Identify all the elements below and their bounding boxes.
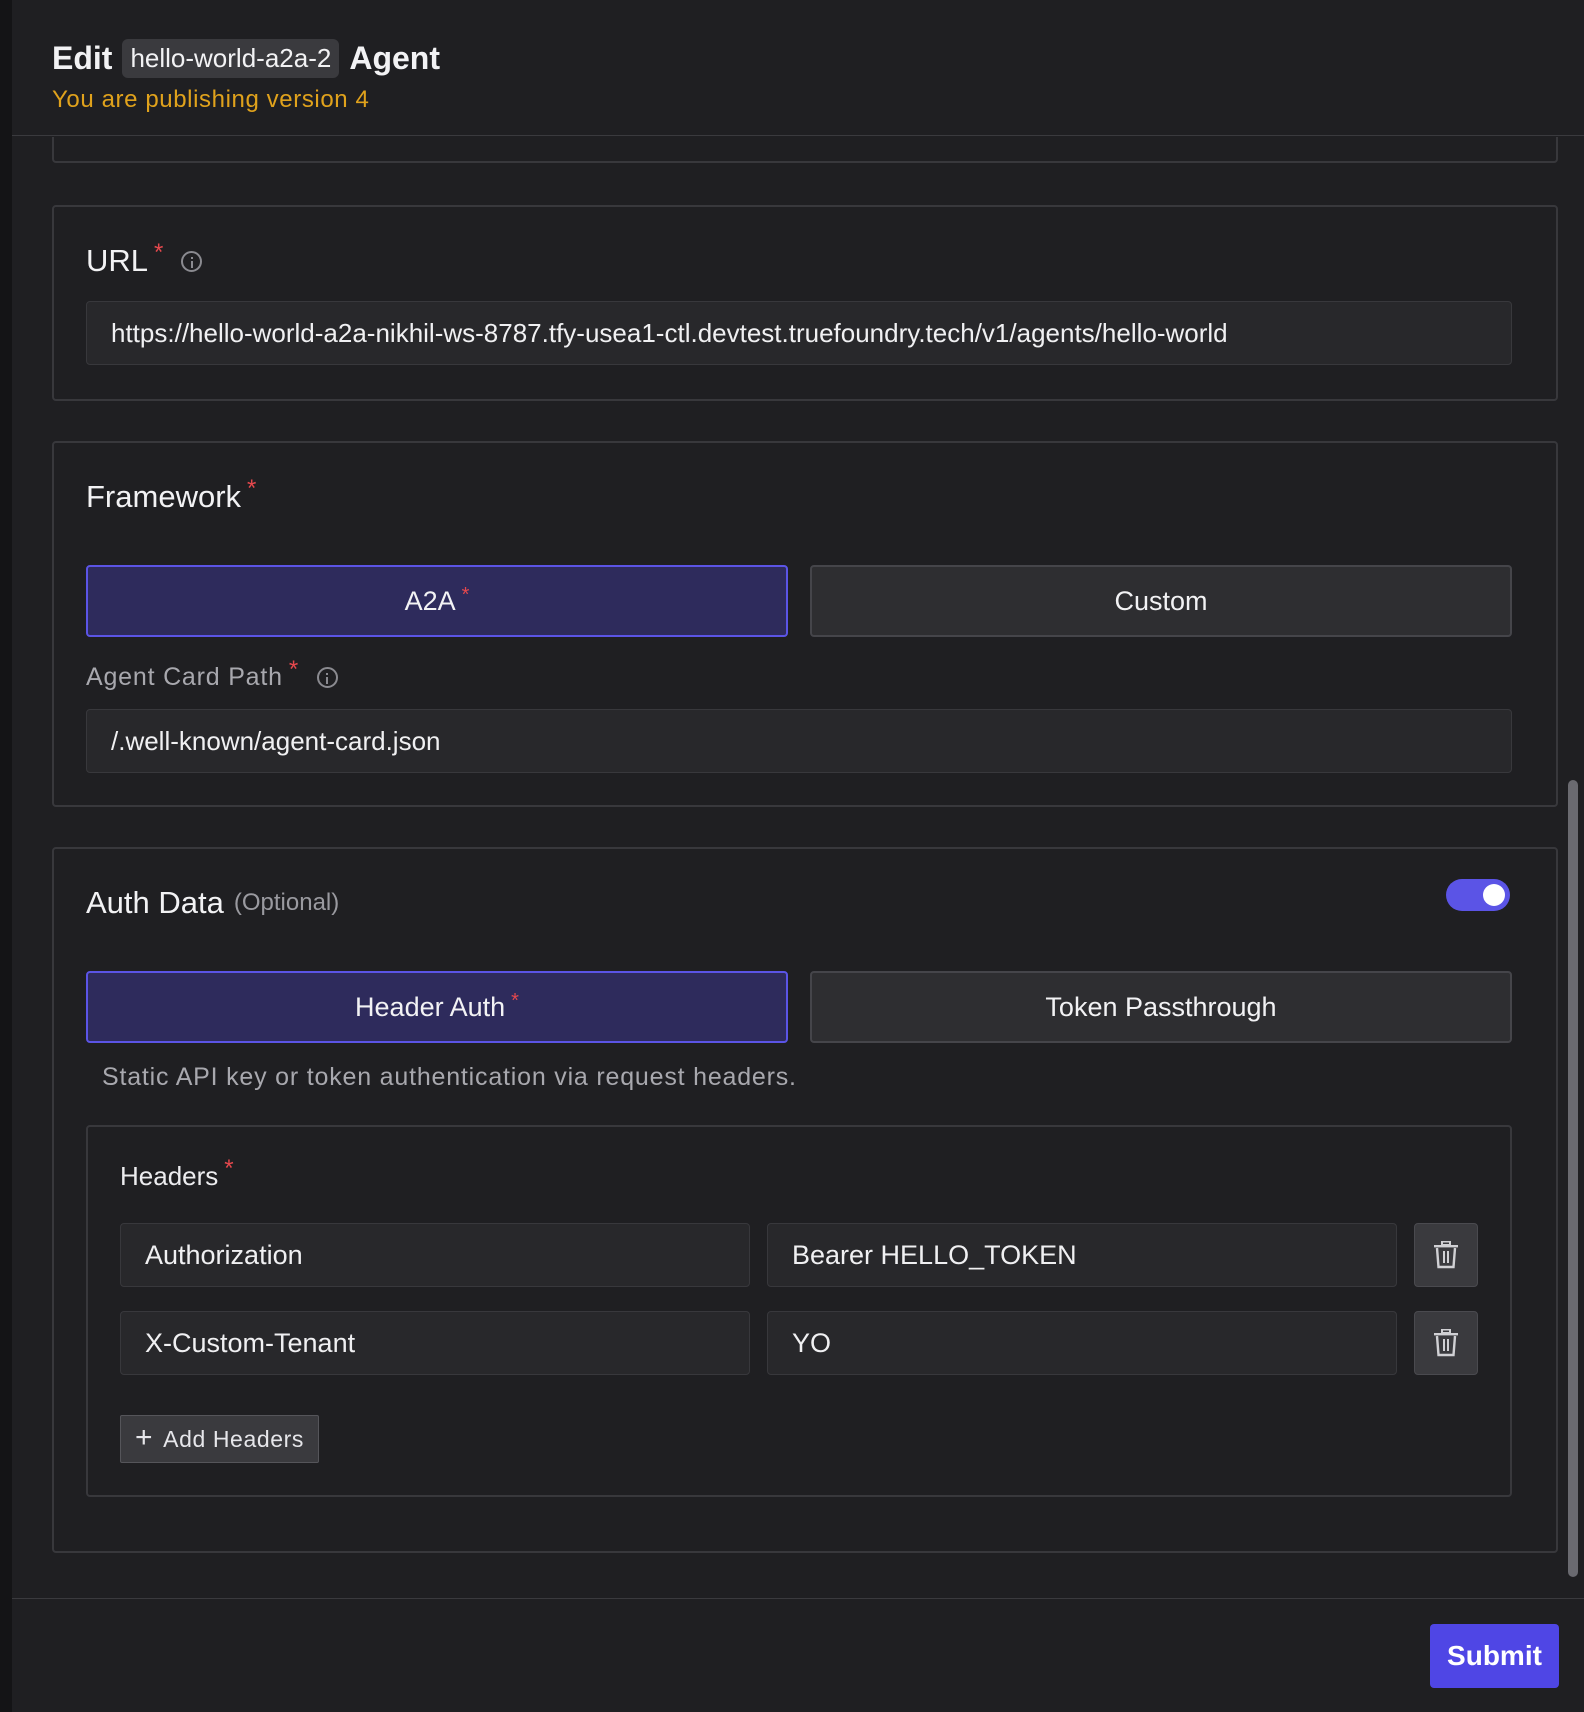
url-input[interactable]: https://hello-world-a2a-nikhil-ws-8787.t… [86, 301, 1512, 365]
required-mark: * [288, 655, 299, 683]
auth-label-text: Auth Data [86, 885, 224, 920]
framework-label: Framework * [86, 475, 256, 515]
url-label-text: URL [86, 243, 149, 278]
info-icon[interactable] [181, 250, 203, 272]
trash-icon [1434, 1241, 1458, 1269]
framework-option-custom[interactable]: Custom [810, 565, 1512, 637]
auth-toggle[interactable] [1446, 879, 1510, 911]
submit-button[interactable]: Submit [1430, 1624, 1559, 1688]
framework-option-a2a[interactable]: A2A * [86, 565, 788, 637]
info-icon[interactable] [316, 667, 338, 688]
option-label: Header Auth [355, 991, 506, 1022]
auth-helper-text: Static API key or token authentication v… [102, 1063, 797, 1091]
auth-card: Auth Data (Optional) Header Auth * Token… [52, 847, 1558, 1553]
toggle-knob [1483, 884, 1505, 906]
form-scroll-area[interactable]: URL * https://hello-world-a2a-nikhil-ws-… [12, 137, 1584, 1598]
add-headers-label: Add Headers [163, 1425, 304, 1452]
left-background-strip [0, 0, 12, 1712]
title-prefix: Edit [52, 39, 113, 76]
required-mark: * [247, 475, 257, 502]
framework-card: Framework * A2A * Custom Agent Card Path… [52, 441, 1558, 807]
header-key-input[interactable]: Authorization [120, 1223, 750, 1287]
title-suffix: Agent [349, 39, 440, 76]
required-mark: * [154, 239, 164, 266]
scrollbar-thumb[interactable] [1568, 780, 1578, 1577]
version-notice: You are publishing version 4 [52, 86, 370, 113]
agent-card-path-label-text: Agent Card Path [86, 663, 283, 691]
plus-icon: + [135, 1421, 154, 1454]
auth-option-header-auth[interactable]: Header Auth * [86, 971, 788, 1043]
framework-label-text: Framework [86, 479, 242, 514]
option-label: Custom [1114, 585, 1208, 616]
panel-header: Edit hello-world-a2a-2 Agent You are pub… [12, 0, 1584, 136]
required-mark: * [224, 1154, 234, 1182]
header-value-input[interactable]: YO [767, 1311, 1397, 1375]
option-label: Token Passthrough [1045, 991, 1277, 1022]
auth-label: Auth Data (Optional) [86, 885, 339, 921]
optional-label: (Optional) [233, 889, 340, 916]
page-title: Edit hello-world-a2a-2 Agent [52, 36, 440, 80]
headers-label: Headers * [120, 1155, 234, 1192]
agent-card-path-label: Agent Card Path * [86, 656, 338, 692]
required-mark: * [511, 989, 519, 1012]
header-key-input[interactable]: X-Custom-Tenant [120, 1311, 750, 1375]
edit-agent-panel: Edit hello-world-a2a-2 Agent You are pub… [12, 0, 1584, 1712]
add-headers-button[interactable]: + Add Headers [120, 1415, 319, 1463]
option-label: A2A [404, 585, 456, 616]
header-value-input[interactable]: Bearer HELLO_TOKEN [767, 1223, 1397, 1287]
agent-name-badge: hello-world-a2a-2 [122, 38, 340, 78]
delete-header-button[interactable] [1414, 1223, 1478, 1287]
previous-card-edge [52, 137, 1558, 163]
url-card: URL * https://hello-world-a2a-nikhil-ws-… [52, 205, 1558, 401]
required-mark: * [461, 583, 470, 606]
delete-header-button[interactable] [1414, 1311, 1478, 1375]
headers-card: Headers * Authorization Bearer HELLO_TOK… [86, 1125, 1512, 1497]
auth-option-token-passthrough[interactable]: Token Passthrough [810, 971, 1512, 1043]
headers-label-text: Headers [120, 1161, 219, 1191]
agent-card-path-input[interactable]: /.well-known/agent-card.json [86, 709, 1512, 773]
trash-icon [1434, 1329, 1458, 1357]
panel-footer: Submit [12, 1598, 1584, 1712]
url-label: URL * [86, 239, 203, 279]
